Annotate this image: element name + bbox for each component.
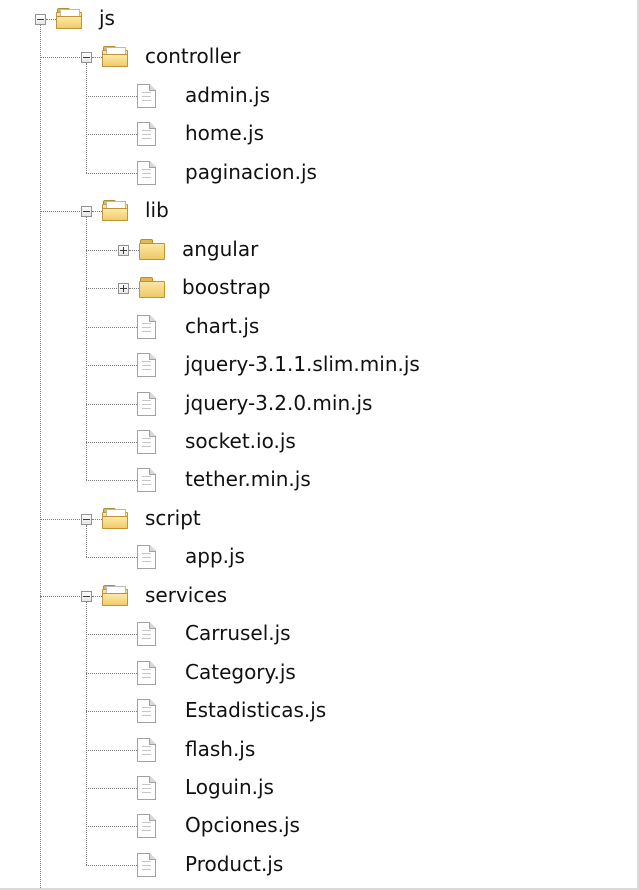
file-label: Loguin.js xyxy=(185,775,274,799)
minus-box-icon[interactable] xyxy=(81,52,92,63)
tree-branch-line xyxy=(40,211,80,212)
tree-branch-line xyxy=(92,211,102,212)
tree-branch-line xyxy=(86,288,117,289)
tree-folder-js[interactable]: js xyxy=(0,0,620,38)
tree-branch-line xyxy=(86,711,137,712)
minus-box-icon[interactable] xyxy=(81,591,92,602)
folder-open-icon xyxy=(102,46,128,67)
folder-label: lib xyxy=(145,198,169,222)
tree-branch-line xyxy=(86,365,137,366)
file-label: Product.js xyxy=(185,852,284,876)
tree-branch-line xyxy=(86,557,137,558)
file-label: tether.min.js xyxy=(185,467,311,491)
tree-branch-line xyxy=(86,634,137,635)
tree-branch-line xyxy=(40,596,80,597)
file-icon xyxy=(137,545,156,569)
file-label: app.js xyxy=(185,544,245,568)
tree-branch-line xyxy=(86,134,137,135)
folder-label: services xyxy=(145,583,228,607)
tree-branch-line xyxy=(86,480,137,481)
file-label: jquery-3.1.1.slim.min.js xyxy=(185,352,420,376)
folder-label: script xyxy=(145,506,201,530)
tree-branch-line xyxy=(86,865,137,866)
file-label: Category.js xyxy=(185,660,296,684)
file-icon xyxy=(137,161,156,185)
folder-open-icon xyxy=(102,508,128,529)
tree-branch-line xyxy=(86,250,117,251)
file-label: admin.js xyxy=(185,83,270,107)
tree-branch-line xyxy=(86,404,137,405)
file-label: paginacion.js xyxy=(185,160,317,184)
tree-branch-line xyxy=(40,57,80,58)
folder-label: boostrap xyxy=(182,275,271,299)
file-icon xyxy=(137,84,156,108)
folder-label: controller xyxy=(145,44,241,68)
tree-branch-line xyxy=(86,673,137,674)
file-label: Opciones.js xyxy=(185,813,300,837)
tree-branch-line xyxy=(86,327,137,328)
minus-box-icon[interactable] xyxy=(81,206,92,217)
file-icon xyxy=(137,738,156,762)
minus-box-icon[interactable] xyxy=(81,514,92,525)
tree-branch-line xyxy=(40,519,80,520)
file-label: jquery-3.2.0.min.js xyxy=(185,391,373,415)
file-label: Estadisticas.js xyxy=(185,698,327,722)
file-icon xyxy=(137,814,156,838)
tree-branch-line xyxy=(86,750,137,751)
file-icon xyxy=(137,392,156,416)
tree-branch-line xyxy=(92,57,102,58)
tree-branch-line xyxy=(86,173,137,174)
file-label: flash.js xyxy=(185,737,256,761)
file-icon xyxy=(137,661,156,685)
folder-icon xyxy=(139,239,165,260)
file-label: home.js xyxy=(185,121,265,145)
tree-branch-line xyxy=(129,250,139,251)
folder-open-icon xyxy=(102,585,128,606)
tree-branch-line xyxy=(86,96,137,97)
folder-label: js xyxy=(99,6,115,30)
file-icon xyxy=(137,699,156,723)
plus-box-icon[interactable] xyxy=(118,245,129,256)
file-label: Carrusel.js xyxy=(185,621,291,645)
tree-branch-line xyxy=(86,788,137,789)
file-icon xyxy=(137,622,156,646)
file-icon xyxy=(137,122,156,146)
file-icon xyxy=(137,315,156,339)
file-icon xyxy=(137,468,156,492)
tree-branch-line xyxy=(92,519,102,520)
file-label: socket.io.js xyxy=(185,429,296,453)
file-icon xyxy=(137,853,156,877)
file-icon xyxy=(137,776,156,800)
file-label: chart.js xyxy=(185,314,260,338)
folder-icon xyxy=(139,277,165,298)
plus-box-icon[interactable] xyxy=(118,283,129,294)
folder-open-icon xyxy=(102,200,128,221)
folder-label: angular xyxy=(182,237,259,261)
folder-open-icon xyxy=(56,8,82,29)
tree-branch-line xyxy=(86,826,137,827)
tree-branch-line xyxy=(46,19,56,20)
file-icon xyxy=(137,430,156,454)
tree-branch-line xyxy=(92,596,102,597)
tree-branch-line xyxy=(129,288,139,289)
tree-branch-line xyxy=(86,442,137,443)
minus-box-icon[interactable] xyxy=(35,14,46,25)
file-icon xyxy=(137,353,156,377)
